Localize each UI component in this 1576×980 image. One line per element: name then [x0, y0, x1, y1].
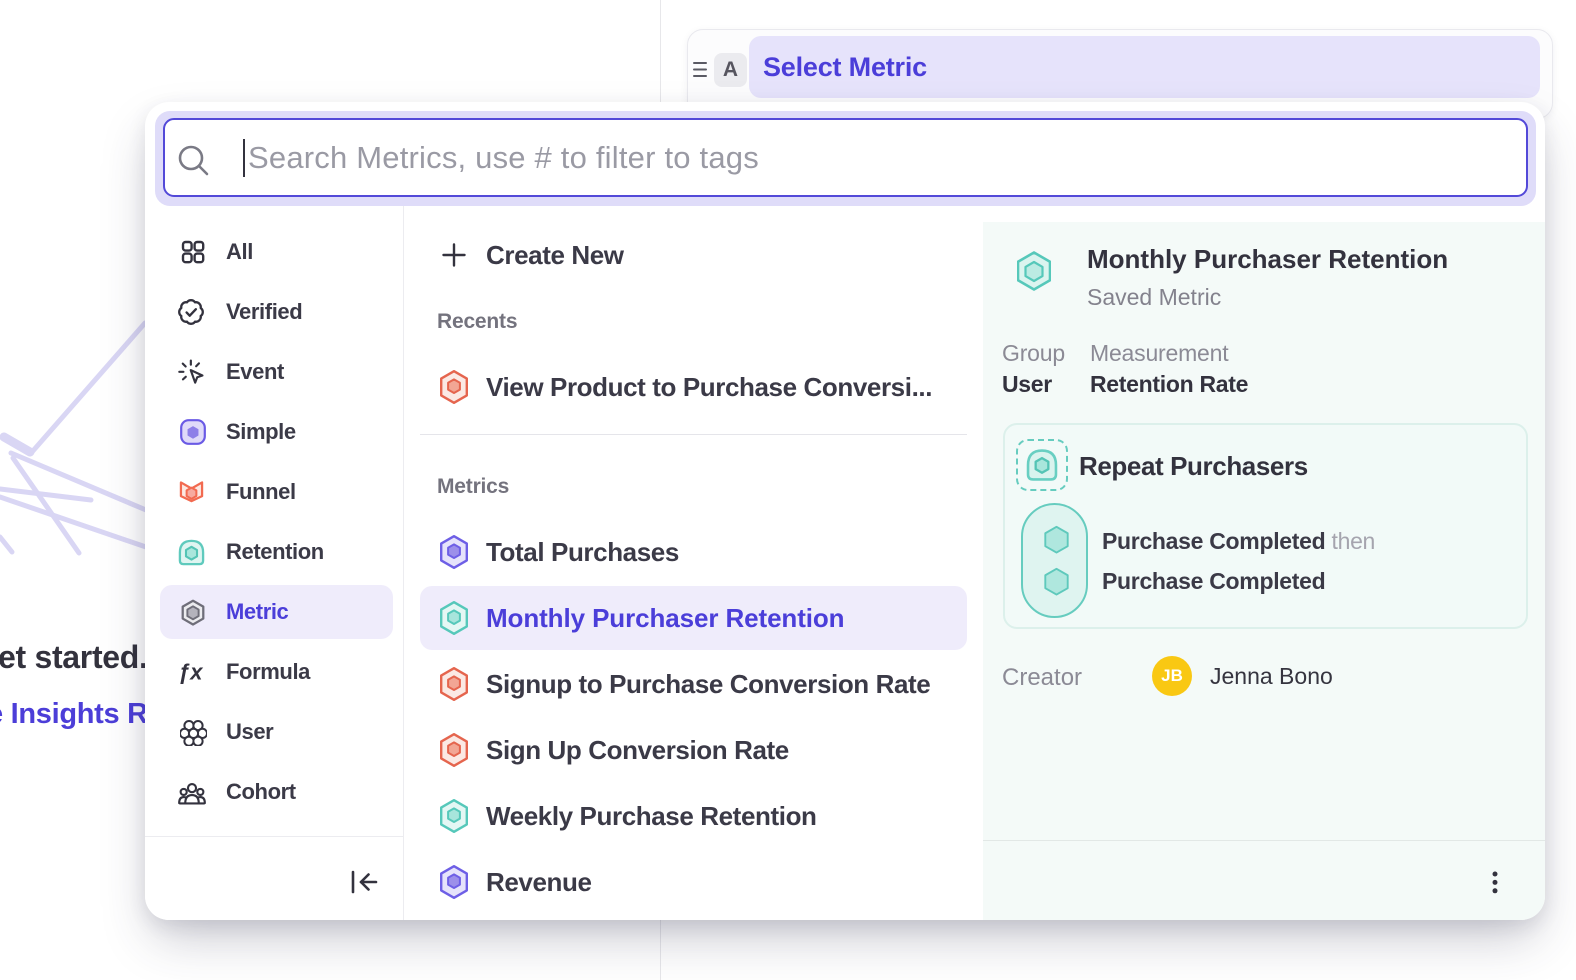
svg-text:ƒx: ƒx: [178, 660, 203, 685]
